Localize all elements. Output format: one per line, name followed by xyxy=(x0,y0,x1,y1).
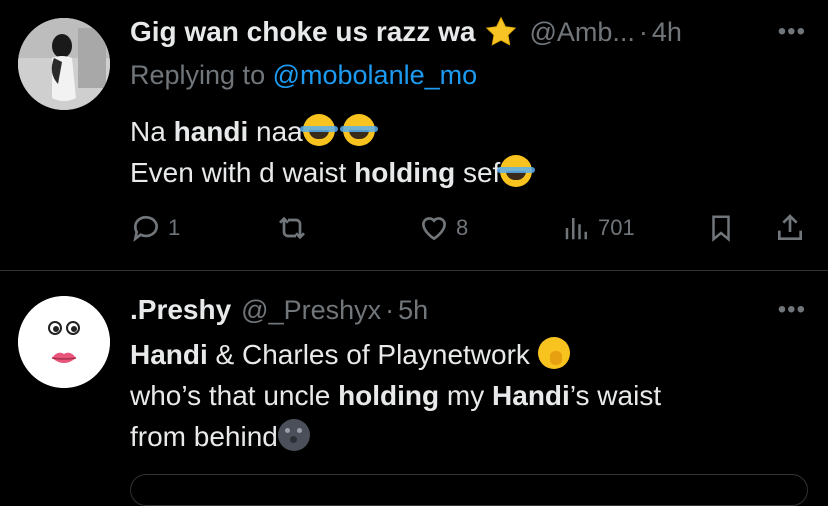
separator-dot: · xyxy=(638,16,648,47)
text-segment: naa xyxy=(248,116,303,147)
new-moon-face-emoji-icon xyxy=(277,419,310,451)
mention-link[interactable]: @mobolanle_mo xyxy=(273,60,478,90)
avatar[interactable] xyxy=(18,296,110,388)
text-segment: from behind xyxy=(130,421,278,452)
bookmark-icon xyxy=(712,215,730,242)
reply-button[interactable]: 1 xyxy=(130,212,180,244)
laughing-tears-emoji-icon xyxy=(339,114,378,146)
more-options-icon[interactable]: ••• xyxy=(778,296,806,324)
timestamp[interactable]: 4h xyxy=(652,17,682,48)
star-badge-icon xyxy=(483,15,519,49)
hand-over-mouth-emoji-icon xyxy=(537,337,570,369)
view-count: 701 xyxy=(598,215,635,240)
quoted-card[interactable] xyxy=(130,474,808,506)
replying-to-label: Replying to xyxy=(130,60,266,90)
tweet-header: .Preshy @_Preshyx · 5h xyxy=(130,294,428,326)
avatar-eyes-lips-icon xyxy=(18,296,110,388)
share-button[interactable] xyxy=(774,212,806,244)
laughing-tears-emoji-icon xyxy=(497,155,536,187)
text-segment: who’s that uncle xyxy=(130,380,339,411)
retweet-button[interactable] xyxy=(274,212,310,244)
tweet-text: from behind xyxy=(130,416,310,457)
action-bar: 1 8 701 xyxy=(130,212,810,244)
avatar[interactable] xyxy=(18,18,110,110)
tweet-header: Gig wan choke us razz wa @Amb... · 4h xyxy=(130,16,682,48)
tweet-text: Even with d waist holding sef xyxy=(130,152,536,193)
avatar-photo xyxy=(18,18,110,110)
heart-icon xyxy=(421,217,447,241)
more-options-icon[interactable]: ••• xyxy=(778,18,806,46)
retweet-icon xyxy=(279,216,305,240)
views-icon xyxy=(565,218,587,240)
like-button[interactable]: 8 xyxy=(418,212,468,244)
separator-dot: · xyxy=(385,294,395,325)
laughing-tears-emoji-icon xyxy=(299,114,338,146)
text-bold: holding xyxy=(354,157,456,188)
text-segment: sef xyxy=(455,157,501,188)
text-segment: Even with d waist xyxy=(130,157,355,188)
text-segment: my xyxy=(439,380,493,411)
replying-to: Replying to @mobolanle_mo xyxy=(130,60,477,91)
user-handle[interactable]: @_Preshyx xyxy=(241,295,381,326)
display-name[interactable]: Gig wan choke us razz wa xyxy=(130,16,475,48)
user-handle[interactable]: @Amb... xyxy=(529,17,634,48)
timestamp[interactable]: 5h xyxy=(398,295,428,326)
text-segment: & Charles of Playnetwork xyxy=(207,339,538,370)
like-count: 8 xyxy=(456,215,469,240)
display-name[interactable]: .Preshy xyxy=(130,294,231,326)
text-bold: Handi xyxy=(492,380,570,411)
text-bold: holding xyxy=(338,380,440,411)
text-segment: Na xyxy=(130,116,174,147)
tweet-item[interactable]: Gig wan choke us razz wa @Amb... · 4h ••… xyxy=(0,0,828,270)
views-button[interactable]: 701 xyxy=(562,212,635,244)
text-bold: handi xyxy=(173,116,249,147)
text-segment: ’s waist xyxy=(569,380,662,411)
share-icon xyxy=(778,214,802,240)
reply-count: 1 xyxy=(168,215,181,240)
tweet-text: Handi & Charles of Playnetwork xyxy=(130,334,570,375)
bookmark-button[interactable] xyxy=(706,212,736,244)
reply-icon xyxy=(133,215,158,242)
text-bold: Handi xyxy=(130,339,208,370)
tweet-text: Na handi naa xyxy=(130,111,378,152)
tweet-text: who’s that uncle holding my Handi’s wais… xyxy=(130,375,661,416)
